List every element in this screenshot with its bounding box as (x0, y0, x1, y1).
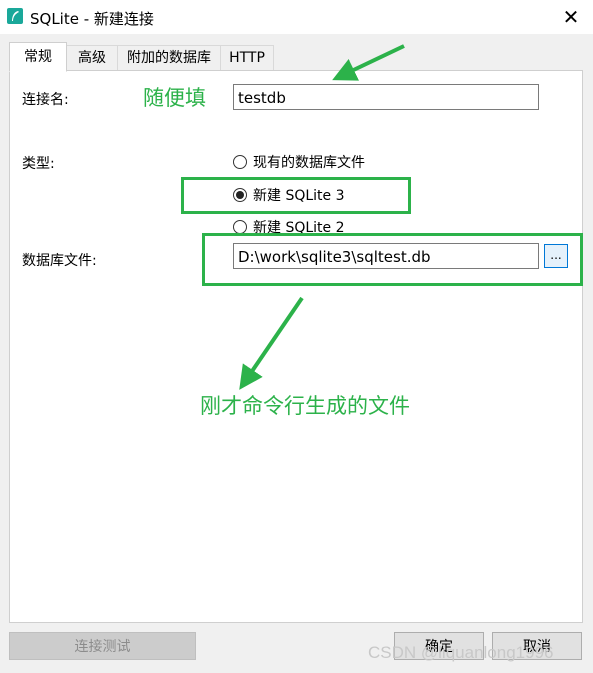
test-connection-button[interactable]: 连接测试 (9, 632, 196, 660)
watermark: CSDN @liquanlong1996 (368, 643, 554, 662)
arrow-to-connection-name (332, 44, 405, 81)
tab-general[interactable]: 常规 (9, 42, 67, 72)
arrow-to-generated-file (239, 296, 304, 390)
annotation-arrows (239, 44, 405, 390)
